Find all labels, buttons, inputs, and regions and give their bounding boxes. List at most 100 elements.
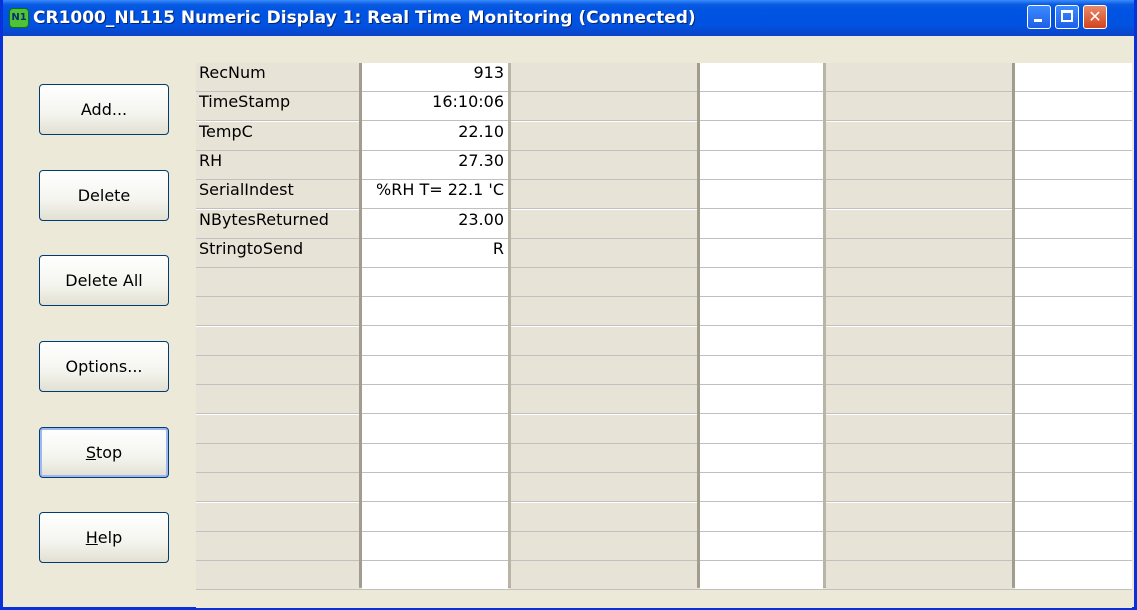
empty-name-cell[interactable]	[826, 385, 1012, 414]
empty-name-cell[interactable]	[511, 327, 697, 356]
empty-name-cell[interactable]	[511, 473, 697, 502]
empty-value-cell[interactable]	[700, 385, 823, 414]
empty-name-cell[interactable]	[826, 561, 1012, 590]
empty-value-cell[interactable]	[700, 561, 823, 590]
empty-value-cell[interactable]	[700, 151, 823, 180]
title-bar[interactable]: N1 CR1000_NL115 Numeric Display 1: Real …	[3, 0, 1134, 36]
empty-name-cell[interactable]	[511, 268, 697, 297]
empty-name-cell[interactable]	[826, 503, 1012, 532]
empty-name-cell[interactable]	[511, 532, 697, 561]
empty-name-cell[interactable]	[511, 415, 697, 444]
empty-name-cell[interactable]	[196, 503, 359, 532]
stop-button[interactable]: Stop	[39, 427, 169, 478]
field-name-cell[interactable]: TimeStamp	[196, 92, 359, 121]
empty-value-cell[interactable]	[362, 444, 508, 473]
column-divider[interactable]	[508, 63, 511, 587]
empty-value-cell[interactable]	[362, 415, 508, 444]
field-value-cell[interactable]: %RH T= 22.1 'C	[362, 180, 508, 209]
empty-value-cell[interactable]	[700, 444, 823, 473]
empty-name-cell[interactable]	[196, 356, 359, 385]
empty-name-cell[interactable]	[511, 444, 697, 473]
empty-name-cell[interactable]	[826, 151, 1012, 180]
field-value-cell[interactable]: 23.00	[362, 210, 508, 239]
empty-value-cell[interactable]	[1015, 503, 1132, 532]
empty-name-cell[interactable]	[511, 63, 697, 92]
empty-value-cell[interactable]	[1015, 268, 1132, 297]
empty-name-cell[interactable]	[826, 415, 1012, 444]
empty-name-cell[interactable]	[511, 122, 697, 151]
empty-value-cell[interactable]	[362, 503, 508, 532]
empty-value-cell[interactable]	[362, 532, 508, 561]
field-value-cell[interactable]: R	[362, 239, 508, 268]
empty-value-cell[interactable]	[1015, 180, 1132, 209]
empty-value-cell[interactable]	[700, 268, 823, 297]
empty-name-cell[interactable]	[826, 210, 1012, 239]
empty-name-cell[interactable]	[826, 473, 1012, 502]
add-button[interactable]: Add...	[39, 84, 169, 135]
minimize-button[interactable]	[1027, 5, 1051, 29]
empty-value-cell[interactable]	[700, 532, 823, 561]
empty-name-cell[interactable]	[196, 561, 359, 590]
empty-name-cell[interactable]	[196, 415, 359, 444]
empty-name-cell[interactable]	[196, 327, 359, 356]
empty-value-cell[interactable]	[1015, 356, 1132, 385]
column-divider[interactable]	[359, 63, 362, 587]
field-value-cell[interactable]: 27.30	[362, 151, 508, 180]
empty-name-cell[interactable]	[826, 268, 1012, 297]
empty-name-cell[interactable]	[196, 532, 359, 561]
empty-name-cell[interactable]	[196, 444, 359, 473]
empty-value-cell[interactable]	[362, 561, 508, 590]
field-value-cell[interactable]: 913	[362, 63, 508, 92]
empty-value-cell[interactable]	[700, 356, 823, 385]
empty-name-cell[interactable]	[511, 297, 697, 326]
empty-name-cell[interactable]	[511, 503, 697, 532]
empty-name-cell[interactable]	[826, 63, 1012, 92]
field-value-cell[interactable]: 16:10:06	[362, 92, 508, 121]
empty-name-cell[interactable]	[826, 356, 1012, 385]
empty-value-cell[interactable]	[1015, 385, 1132, 414]
empty-name-cell[interactable]	[196, 297, 359, 326]
field-value-cell[interactable]: 22.10	[362, 122, 508, 151]
empty-value-cell[interactable]	[1015, 532, 1132, 561]
options-button[interactable]: Options...	[39, 341, 169, 392]
help-button[interactable]: Help	[39, 512, 169, 563]
empty-value-cell[interactable]	[700, 92, 823, 121]
empty-value-cell[interactable]	[1015, 239, 1132, 268]
empty-value-cell[interactable]	[1015, 415, 1132, 444]
empty-name-cell[interactable]	[511, 356, 697, 385]
empty-name-cell[interactable]	[511, 239, 697, 268]
field-name-cell[interactable]: TempC	[196, 122, 359, 151]
empty-value-cell[interactable]	[362, 327, 508, 356]
empty-value-cell[interactable]	[1015, 297, 1132, 326]
field-name-cell[interactable]: RecNum	[196, 63, 359, 92]
field-name-cell[interactable]: StringtoSend	[196, 239, 359, 268]
empty-value-cell[interactable]	[1015, 151, 1132, 180]
empty-name-cell[interactable]	[826, 239, 1012, 268]
empty-name-cell[interactable]	[196, 385, 359, 414]
empty-value-cell[interactable]	[1015, 473, 1132, 502]
empty-value-cell[interactable]	[700, 180, 823, 209]
empty-value-cell[interactable]	[362, 385, 508, 414]
empty-name-cell[interactable]	[826, 297, 1012, 326]
empty-value-cell[interactable]	[362, 356, 508, 385]
empty-value-cell[interactable]	[1015, 92, 1132, 121]
empty-value-cell[interactable]	[1015, 327, 1132, 356]
empty-name-cell[interactable]	[826, 444, 1012, 473]
field-name-cell[interactable]: SerialIndest	[196, 180, 359, 209]
empty-value-cell[interactable]	[700, 473, 823, 502]
empty-value-cell[interactable]	[362, 297, 508, 326]
empty-value-cell[interactable]	[700, 239, 823, 268]
empty-name-cell[interactable]	[511, 151, 697, 180]
empty-value-cell[interactable]	[1015, 210, 1132, 239]
empty-value-cell[interactable]	[700, 327, 823, 356]
empty-name-cell[interactable]	[826, 327, 1012, 356]
column-divider[interactable]	[697, 63, 700, 587]
empty-value-cell[interactable]	[1015, 122, 1132, 151]
empty-value-cell[interactable]	[700, 415, 823, 444]
empty-value-cell[interactable]	[362, 268, 508, 297]
empty-name-cell[interactable]	[511, 561, 697, 590]
field-name-cell[interactable]: NBytesReturned	[196, 210, 359, 239]
column-divider[interactable]	[823, 63, 826, 587]
delete-button[interactable]: Delete	[39, 170, 169, 221]
empty-name-cell[interactable]	[196, 473, 359, 502]
